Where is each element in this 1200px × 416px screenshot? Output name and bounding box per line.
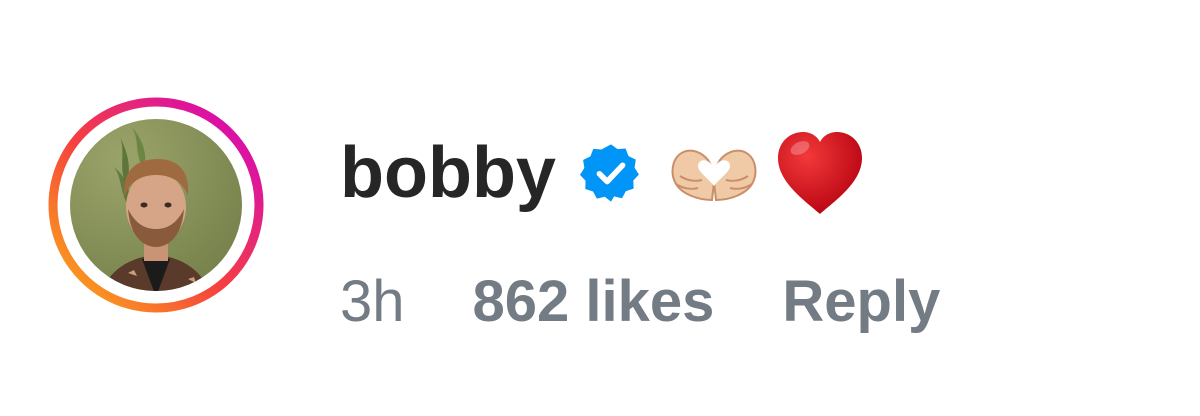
heart-hands-icon — [668, 142, 760, 204]
comment-header: bobby — [340, 118, 866, 228]
avatar[interactable] — [48, 97, 264, 313]
reply-button[interactable]: Reply — [782, 273, 940, 331]
comment-meta: 3h 862 likes Reply — [340, 266, 940, 338]
red-heart-icon — [774, 130, 866, 216]
likes-count-link[interactable]: 862 likes — [473, 273, 715, 331]
comment-item: bobby 3h 862 likes Reply — [0, 0, 1200, 416]
username-link[interactable]: bobby — [340, 137, 556, 209]
comment-timestamp[interactable]: 3h — [340, 273, 405, 331]
verified-badge-icon — [579, 142, 642, 204]
avatar-story-ring — [48, 97, 264, 313]
comment-body — [668, 130, 866, 216]
